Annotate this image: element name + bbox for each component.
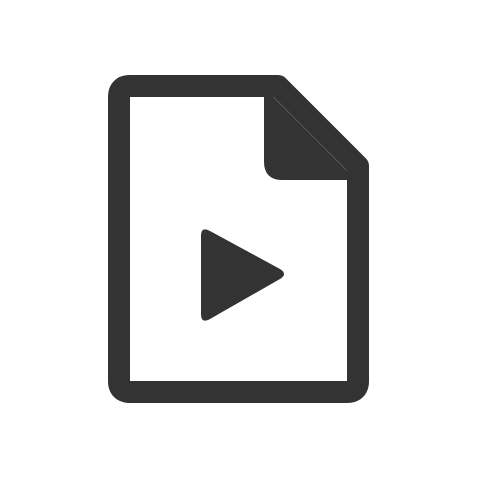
file-outline — [108, 75, 369, 403]
icon-canvas — [0, 0, 480, 480]
video-file-icon — [108, 75, 369, 403]
play-icon — [201, 229, 284, 321]
